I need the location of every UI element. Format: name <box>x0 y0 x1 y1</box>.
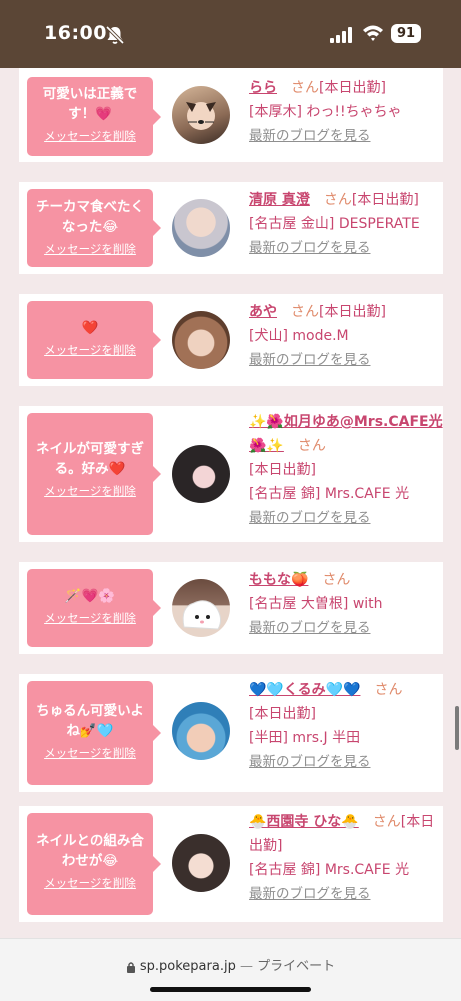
cast-info: 💙🩵くるみ🩵💙 さん [本日出勤] [半田] mrs.J 半田 最新のブログを見… <box>249 678 439 774</box>
cellular-signal-icon <box>330 27 352 43</box>
url-display[interactable]: sp.pokepara.jp — プライベート <box>0 955 461 974</box>
latest-blog-link[interactable]: 最新のブログを見る <box>249 750 439 774</box>
shop-info: [本厚木] わっ!!ちゃちゃ <box>249 104 402 120</box>
attendance-status: [本日出勤] <box>351 192 419 208</box>
message-text: ❤️ <box>81 320 99 336</box>
battery-indicator: 91 <box>391 24 421 43</box>
message-text: 可愛いは正義です！💗 <box>42 86 138 122</box>
message-bubble: ネイルが可愛すぎる。好み❤️ メッセージを削除 <box>27 413 161 535</box>
message-text: ちゅるん可愛いよね💅🩵 <box>36 703 144 739</box>
latest-blog-link[interactable]: 最新のブログを見る <box>249 236 439 260</box>
honorific: さん <box>297 438 326 454</box>
avatar <box>172 311 230 369</box>
private-mode-label: プライベート <box>257 959 336 974</box>
message-bubble: 🪄💗🌸 メッセージを削除 <box>27 569 161 647</box>
honorific: さん <box>374 682 403 698</box>
message-card: チーカマ食べたくなった😂 メッセージを削除 清原 真澄 さん[本日出勤] [名古… <box>19 182 443 274</box>
honorific: さん <box>322 572 351 588</box>
avatar <box>172 445 230 503</box>
message-bubble: チーカマ食べたくなった😂 メッセージを削除 <box>27 189 161 267</box>
cast-info: あや さん[本日出勤] [犬山] mode.M 最新のブログを見る <box>249 300 439 372</box>
honorific: さん <box>291 304 319 320</box>
message-card: ネイルが可愛すぎる。好み❤️ メッセージを削除 ✨🌺如月ゆあ@Mrs.CAFE光… <box>19 406 443 542</box>
latest-blog-link[interactable]: 最新のブログを見る <box>249 882 439 906</box>
message-text: チーカマ食べたくなった😂 <box>36 199 144 235</box>
cast-info: 清原 真澄 さん[本日出勤] [名古屋 金山] DESPERATE 最新のブログ… <box>249 188 439 260</box>
message-bubble: ちゅるん可愛いよね💅🩵 メッセージを削除 <box>27 681 161 785</box>
silent-bell-icon <box>105 25 125 45</box>
message-bubble: ❤️ メッセージを削除 <box>27 301 161 379</box>
message-card: ネイルとの組み合わせが😂 メッセージを削除 🐣西園寺 ひな🐣 さん[本日出勤] … <box>19 806 443 922</box>
message-card: ちゅるん可愛いよね💅🩵 メッセージを削除 💙🩵くるみ🩵💙 さん [本日出勤] [… <box>19 674 443 792</box>
attendance-status: [本日出勤] <box>249 462 316 478</box>
cat-face-filter-icon <box>186 102 216 130</box>
delete-message-link[interactable]: メッセージを削除 <box>44 745 136 761</box>
delete-message-link[interactable]: メッセージを削除 <box>44 610 136 626</box>
shop-info: [半田] mrs.J 半田 <box>249 730 361 746</box>
home-indicator[interactable] <box>150 987 311 992</box>
message-card: 🪄💗🌸 メッセージを削除 ももな🍑 さん [名古屋 大曽根] with 最新のブ… <box>19 562 443 654</box>
message-card: ❤️ メッセージを削除 あや さん[本日出勤] [犬山] mode.M 最新のブ… <box>19 294 443 386</box>
attendance-status: [本日出勤] <box>319 304 386 320</box>
wifi-icon <box>363 25 383 41</box>
url-separator: — <box>239 959 253 974</box>
message-card: 可愛いは正義です！💗 メッセージを削除 らら さん[本日出勤] [本厚木] わっ… <box>19 68 443 162</box>
cast-name-link[interactable]: 💙🩵くるみ🩵💙 <box>249 682 360 698</box>
cast-info: ✨🌺如月ゆあ@Mrs.CAFE光🌺✨ さん [本日出勤] [名古屋 錦] Mrs… <box>249 410 444 530</box>
honorific: さん <box>372 814 401 830</box>
delete-message-link[interactable]: メッセージを削除 <box>44 875 136 891</box>
cast-info: 🐣西園寺 ひな🐣 さん[本日出勤] [名古屋 錦] Mrs.CAFE 光 最新の… <box>249 810 439 906</box>
delete-message-link[interactable]: メッセージを削除 <box>44 241 136 257</box>
scrollbar[interactable] <box>455 706 459 750</box>
message-bubble: ネイルとの組み合わせが😂 メッセージを削除 <box>27 813 161 915</box>
message-text: 🪄💗🌸 <box>64 588 116 604</box>
browser-url-bar[interactable]: sp.pokepara.jp — プライベート <box>0 938 461 1001</box>
honorific: さん <box>291 80 319 96</box>
cast-name-link[interactable]: 清原 真澄 <box>249 192 310 208</box>
avatar <box>172 702 230 760</box>
cast-info: ももな🍑 さん [名古屋 大曽根] with 最新のブログを見る <box>249 568 439 640</box>
cast-name-link[interactable]: らら <box>249 80 277 96</box>
latest-blog-link[interactable]: 最新のブログを見る <box>249 124 439 148</box>
latest-blog-link[interactable]: 最新のブログを見る <box>249 348 439 372</box>
latest-blog-link[interactable]: 最新のブログを見る <box>249 506 444 530</box>
cast-info: らら さん[本日出勤] [本厚木] わっ!!ちゃちゃ 最新のブログを見る <box>249 76 439 148</box>
latest-blog-link[interactable]: 最新のブログを見る <box>249 616 439 640</box>
status-time: 16:00 <box>44 22 107 44</box>
delete-message-link[interactable]: メッセージを削除 <box>44 128 136 144</box>
cast-name-link[interactable]: あや <box>249 304 277 320</box>
url-domain: sp.pokepara.jp <box>139 959 236 974</box>
avatar <box>172 86 230 144</box>
message-text: ネイルが可愛すぎる。好み❤️ <box>36 441 144 477</box>
ghost-sticker-icon <box>182 600 222 630</box>
attendance-status: [本日出勤] <box>249 706 316 722</box>
shop-info: [名古屋 錦] Mrs.CAFE 光 <box>249 486 410 502</box>
delete-message-link[interactable]: メッセージを削除 <box>44 483 136 499</box>
delete-message-link[interactable]: メッセージを削除 <box>44 342 136 358</box>
message-text: ネイルとの組み合わせが😂 <box>36 833 144 869</box>
message-bubble: 可愛いは正義です！💗 メッセージを削除 <box>27 77 161 156</box>
status-bar: 16:00 91 <box>0 0 461 68</box>
lock-icon <box>126 961 135 973</box>
avatar <box>172 579 230 637</box>
cast-name-link[interactable]: ✨🌺如月ゆあ@Mrs.CAFE光🌺✨ <box>249 414 443 454</box>
cast-name-link[interactable]: 🐣西園寺 ひな🐣 <box>249 814 359 830</box>
avatar <box>172 834 230 892</box>
attendance-status: [本日出勤] <box>319 80 386 96</box>
shop-info: [名古屋 大曽根] with <box>249 596 383 612</box>
shop-info: [名古屋 錦] Mrs.CAFE 光 <box>249 862 410 878</box>
cast-name-link[interactable]: ももな🍑 <box>249 572 308 588</box>
shop-info: [名古屋 金山] DESPERATE <box>249 216 420 232</box>
honorific: さん <box>323 192 352 208</box>
shop-info: [犬山] mode.M <box>249 328 349 344</box>
avatar <box>172 199 230 257</box>
